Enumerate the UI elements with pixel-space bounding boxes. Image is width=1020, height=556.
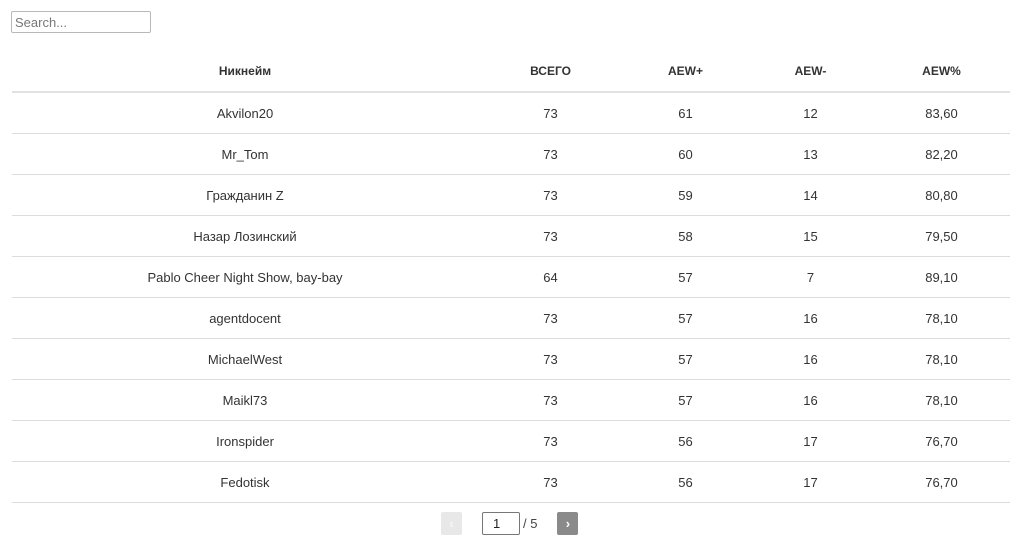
page-number-input[interactable] [482,511,520,535]
prev-page-button[interactable]: ‹ [441,511,462,535]
nickname-cell: Ironspider [12,420,478,462]
table-row: Pablo Cheer Night Show, bay-bay 64 57 7 89,1… [12,256,1010,298]
search-input[interactable] [11,11,151,33]
total-cell: 73 [478,461,623,503]
aew-plus-cell: 57 [623,379,748,421]
nickname-cell: Maikl73 [12,379,478,421]
aew-minus-cell: 7 [748,256,873,298]
column-header-nickname[interactable]: Никнейм [12,51,478,93]
nickname-cell: agentdocent [12,297,478,339]
table-row: Mr_Tom 73 60 13 82,20 [12,133,1010,175]
table-row: Maikl73 73 57 16 78,10 [12,379,1010,421]
aew-minus-cell: 17 [748,420,873,462]
aew-percent-cell: 79,50 [873,215,1010,257]
table-header-row: Никнейм ВСЕГО AEW+ AEW- AEW% [12,51,1010,93]
next-page-button[interactable]: › [557,511,579,535]
total-cell: 73 [478,174,623,216]
nickname-cell: Назар Лозинский [12,215,478,257]
table-row: Назар Лозинский 73 58 15 79,50 [12,215,1010,257]
total-cell: 73 [478,297,623,339]
column-header-aew-percent[interactable]: AEW% [873,51,1010,93]
pagination: ‹ / 5 › [441,511,579,535]
aew-minus-cell: 13 [748,133,873,175]
aew-percent-cell: 78,10 [873,338,1010,380]
aew-minus-cell: 16 [748,297,873,339]
nickname-cell: Akvilon20 [12,92,478,134]
chevron-left-icon: ‹ [449,515,454,531]
aew-plus-cell: 57 [623,256,748,298]
aew-plus-cell: 56 [623,420,748,462]
aew-percent-cell: 76,70 [873,420,1010,462]
table-row: Akvilon20 73 61 12 83,60 [12,92,1010,134]
aew-plus-cell: 60 [623,133,748,175]
column-header-aew-plus[interactable]: AEW+ [623,51,748,93]
aew-percent-cell: 82,20 [873,133,1010,175]
aew-plus-cell: 58 [623,215,748,257]
nickname-cell: Pablo Cheer Night Show, bay-bay [12,256,478,298]
aew-percent-cell: 80,80 [873,174,1010,216]
aew-percent-cell: 76,70 [873,461,1010,503]
nickname-cell: Fedotisk [12,461,478,503]
total-cell: 73 [478,133,623,175]
table-row: agentdocent 73 57 16 78,10 [12,297,1010,339]
chevron-right-icon: › [565,515,571,531]
total-cell: 73 [478,420,623,462]
total-cell: 73 [478,215,623,257]
nickname-cell: Mr_Tom [12,133,478,175]
aew-plus-cell: 57 [623,338,748,380]
table-row: Гражданин Z 73 59 14 80,80 [12,174,1010,216]
aew-minus-cell: 14 [748,174,873,216]
page-total: / 5 [523,515,538,531]
table-row: Fedotisk 73 56 17 76,70 [12,461,1010,503]
column-header-total[interactable]: ВСЕГО [478,51,623,93]
total-cell: 73 [478,338,623,380]
nickname-cell: MichaelWest [12,338,478,380]
total-cell: 73 [478,92,623,134]
aew-plus-cell: 57 [623,297,748,339]
aew-minus-cell: 17 [748,461,873,503]
total-cell: 64 [478,256,623,298]
aew-plus-cell: 61 [623,92,748,134]
column-header-aew-minus[interactable]: AEW- [748,51,873,93]
table-row: MichaelWest 73 57 16 78,10 [12,338,1010,380]
leaderboard-table: Никнейм ВСЕГО AEW+ AEW- AEW% Akvilon20 73… [12,51,1010,503]
aew-percent-cell: 78,10 [873,379,1010,421]
aew-minus-cell: 16 [748,379,873,421]
aew-minus-cell: 15 [748,215,873,257]
aew-minus-cell: 12 [748,92,873,134]
aew-plus-cell: 59 [623,174,748,216]
aew-plus-cell: 56 [623,461,748,503]
aew-percent-cell: 89,10 [873,256,1010,298]
total-cell: 73 [478,379,623,421]
aew-minus-cell: 16 [748,338,873,380]
aew-percent-cell: 83,60 [873,92,1010,134]
nickname-cell: Гражданин Z [12,174,478,216]
aew-percent-cell: 78,10 [873,297,1010,339]
table-row: Ironspider 73 56 17 76,70 [12,420,1010,462]
